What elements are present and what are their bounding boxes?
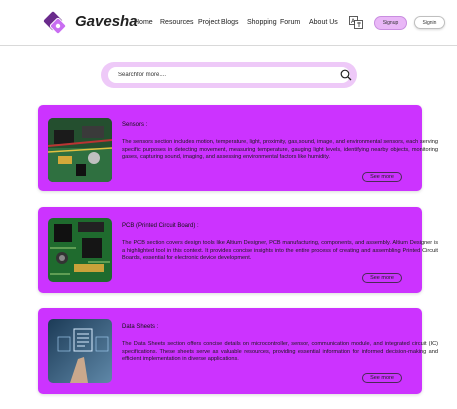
search-input[interactable] [118, 70, 318, 80]
see-more-button[interactable]: See more [362, 273, 402, 283]
pcb-image [48, 218, 112, 282]
nav-project[interactable]: Project [198, 19, 220, 26]
nav-home[interactable]: Home [134, 19, 153, 26]
nav-resources[interactable]: Resources [160, 19, 193, 26]
see-more-button[interactable]: See more [362, 172, 402, 182]
nav-about-us[interactable]: About Us [309, 19, 338, 26]
search-icon[interactable] [340, 69, 352, 81]
card-title: Data Sheets : [122, 324, 159, 330]
nav-blogs[interactable]: Blogs [221, 19, 239, 26]
see-more-button[interactable]: See more [362, 373, 402, 383]
card-description: The sensors section includes motion, tem… [122, 139, 438, 161]
search-field [108, 67, 352, 83]
pcb-card: PCB (Printed Circuit Board) : The PCB se… [38, 207, 438, 293]
nav-forum[interactable]: Forum [280, 19, 300, 26]
search-bar [101, 62, 357, 88]
header: Gavesha Home Resources Project Blogs Sho… [0, 0, 457, 46]
language-translate-icon[interactable]: A [349, 16, 363, 29]
sensors-image [48, 118, 112, 182]
sensors-card: Sensors : The sensors section includes m… [38, 105, 438, 191]
brand-name[interactable]: Gavesha [75, 13, 138, 30]
nav-shopping[interactable]: Shopping [247, 19, 277, 26]
card-description: The Data Sheets section offers concise d… [122, 341, 438, 363]
data-sheets-image [48, 319, 112, 383]
gavesha-logo-icon[interactable] [43, 11, 69, 37]
card-title: PCB (Printed Circuit Board) : [122, 223, 199, 229]
card-description: The PCB section covers design tools like… [122, 240, 438, 262]
data-sheets-card: Data Sheets : The Data Sheets section of… [38, 308, 438, 394]
signup-button[interactable]: Signup [374, 16, 407, 30]
signin-button[interactable]: Signin [414, 16, 445, 29]
card-title: Sensors : [122, 122, 148, 128]
